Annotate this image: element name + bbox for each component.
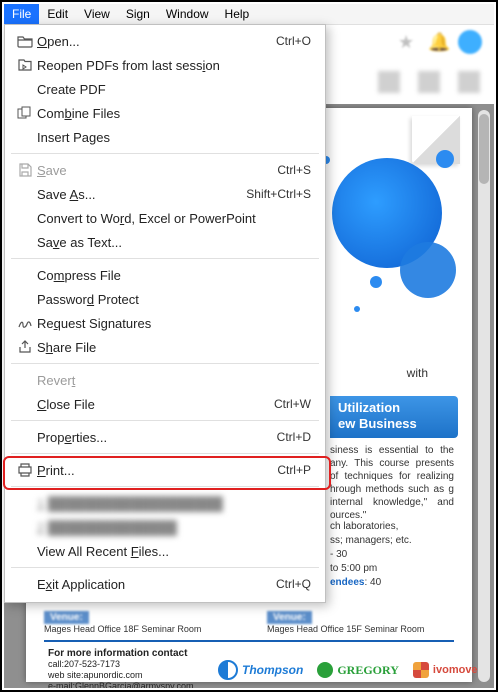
file-save-as[interactable]: Save As... Shift+Ctrl+S: [5, 182, 325, 206]
file-print[interactable]: Print... Ctrl+P: [5, 458, 325, 482]
menu-sign[interactable]: Sign: [118, 4, 158, 24]
file-revert: Revert: [5, 368, 325, 392]
gregory-mark-icon: [317, 662, 333, 678]
file-close[interactable]: Close File Ctrl+W: [5, 392, 325, 416]
thompson-mark-icon: [218, 660, 238, 680]
file-create-pdf[interactable]: Create PDF: [5, 77, 325, 101]
venue-row: Venue: Mages Head Office 18F Seminar Roo…: [44, 611, 454, 634]
file-view-all-recent[interactable]: View All Recent Files...: [5, 539, 325, 563]
share-icon: [13, 340, 37, 354]
menu-view[interactable]: View: [76, 4, 118, 24]
app-window: File Edit View Sign Window Help ★ 🔔: [0, 0, 498, 692]
venue-b: Mages Head Office 15F Seminar Room: [267, 624, 454, 634]
section-heading-band: Utilizationew Business: [330, 396, 458, 438]
combine-files-icon: [13, 106, 37, 120]
account-avatar-icon[interactable]: [458, 30, 482, 54]
menu-edit[interactable]: Edit: [39, 4, 76, 24]
hero-graphic: [310, 116, 460, 316]
file-password-protect[interactable]: Password Protect: [5, 287, 325, 311]
file-save-as-text[interactable]: Save as Text...: [5, 230, 325, 254]
file-properties[interactable]: Properties... Ctrl+D: [5, 425, 325, 449]
file-menu-dropdown: Open... Ctrl+O Reopen PDFs from last ses…: [4, 24, 326, 603]
sponsor-logo-gregory: GREGORY: [317, 662, 399, 678]
file-save: Save Ctrl+S: [5, 158, 325, 182]
tool-icon[interactable]: [458, 71, 480, 93]
body-paragraph: siness is essential to the any. This cou…: [330, 444, 454, 522]
save-icon: [13, 163, 37, 177]
file-open[interactable]: Open... Ctrl+O: [5, 29, 325, 53]
folder-open-icon: [13, 34, 37, 48]
menu-window[interactable]: Window: [158, 4, 217, 24]
tool-icon[interactable]: [378, 71, 400, 93]
contact-info: For more information contact call:207-52…: [48, 648, 204, 688]
file-exit[interactable]: Exit Application Ctrl+Q: [5, 572, 325, 596]
star-icon[interactable]: ★: [398, 32, 418, 52]
file-compress[interactable]: Compress File: [5, 263, 325, 287]
file-share[interactable]: Share File: [5, 335, 325, 359]
toolbar-secondary: [320, 60, 494, 104]
toolbar-top-right: ★ 🔔: [322, 24, 494, 60]
print-icon: [13, 463, 37, 477]
tool-icon[interactable]: [418, 71, 440, 93]
venue-a: Mages Head Office 18F Seminar Room: [44, 624, 231, 634]
file-combine[interactable]: Combine Files: [5, 101, 325, 125]
file-request-signatures[interactable]: Request Signatures: [5, 311, 325, 335]
bell-icon[interactable]: 🔔: [428, 32, 448, 52]
hero-caption: with: [407, 366, 428, 380]
file-convert[interactable]: Convert to Word, Excel or PowerPoint: [5, 206, 325, 230]
menubar: File Edit View Sign Window Help: [4, 4, 494, 25]
ivomove-mark-icon: [413, 662, 429, 678]
scrollbar-thumb[interactable]: [479, 114, 489, 184]
menu-file[interactable]: File: [4, 4, 39, 24]
venue-label: Venue:: [267, 611, 312, 624]
reopen-icon: [13, 58, 37, 72]
signature-icon: [13, 316, 37, 330]
vertical-scrollbar[interactable]: [478, 110, 490, 682]
file-insert-pages[interactable]: Insert Pages: [5, 125, 325, 149]
sponsor-logo-thompson: Thompson: [218, 660, 303, 680]
file-recent-1[interactable]: 1 ███████████████████: [5, 491, 325, 515]
details-block: ch laboratories, ss; managers; etc. - 30…: [330, 520, 454, 590]
venue-label: Venue:: [44, 611, 89, 624]
menu-help[interactable]: Help: [217, 4, 258, 24]
sponsor-logo-ivomove: ivomove: [413, 662, 478, 678]
file-reopen-last-session[interactable]: Reopen PDFs from last session: [5, 53, 325, 77]
footer-sponsor-band: For more information contact call:207-52…: [44, 640, 454, 688]
file-recent-2[interactable]: 2 ██████████████: [5, 515, 325, 539]
